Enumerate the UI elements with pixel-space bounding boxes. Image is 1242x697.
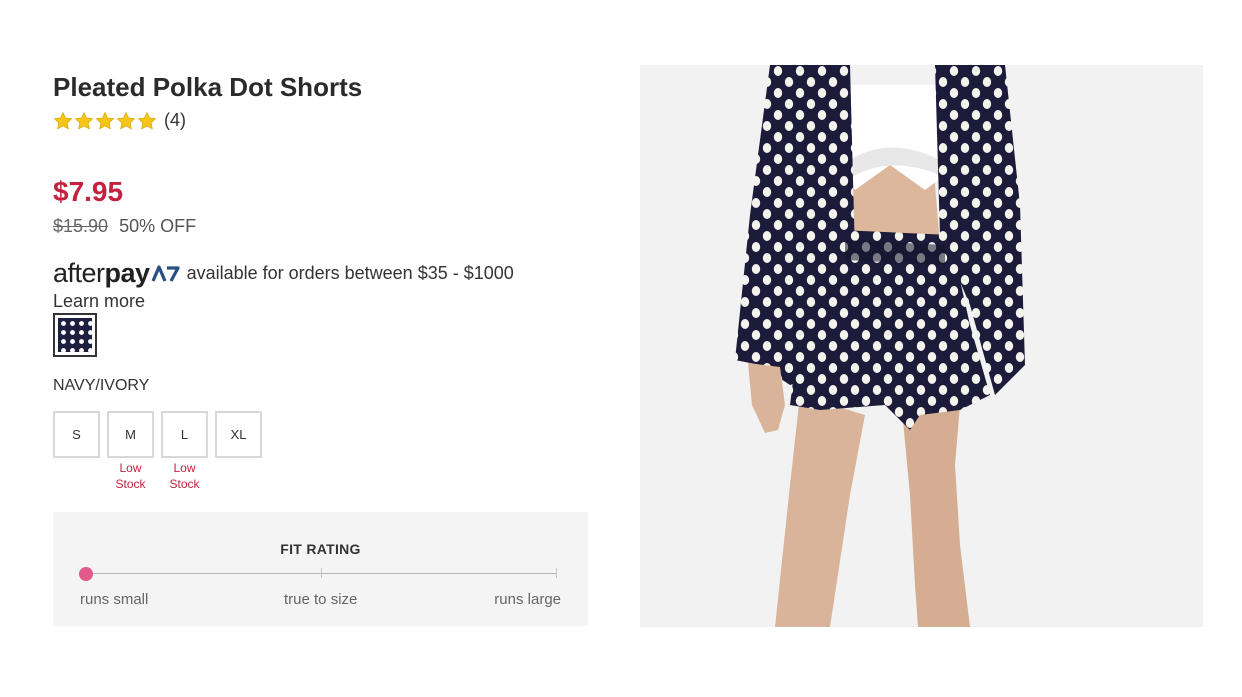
fit-tick — [321, 568, 322, 578]
star-icon — [137, 111, 157, 129]
fit-tick — [556, 568, 557, 578]
product-title: Pleated Polka Dot Shorts — [53, 72, 363, 102]
size-button-s[interactable]: S — [53, 411, 100, 458]
fit-label-true-to-size: true to size — [284, 591, 358, 608]
color-swatch-navy-ivory[interactable] — [53, 313, 97, 357]
selected-color-name: NAVY/IVORY — [53, 377, 150, 394]
low-stock-line: Low — [173, 461, 196, 475]
low-stock-label: Low Stock — [155, 460, 215, 492]
fit-rating-marker[interactable] — [79, 567, 93, 581]
size-option: M Low Stock — [107, 411, 154, 492]
product-photo — [640, 65, 1203, 627]
sale-price: $7.95 — [53, 176, 124, 207]
size-option: S — [53, 411, 100, 492]
product-image[interactable] — [640, 65, 1203, 627]
low-stock-line: Stock — [169, 477, 200, 491]
price-discount-row: $15.90 50% OFF — [53, 216, 196, 237]
fit-label-runs-large: runs large — [494, 591, 561, 608]
original-price: $15.90 — [53, 216, 109, 236]
low-stock-label: Low Stock — [101, 460, 161, 492]
afterpay-logo-icon: after pay — [53, 258, 181, 289]
fit-rating-title: FIT RATING — [280, 541, 361, 557]
fit-rating-panel: FIT RATING runs small true to size runs … — [53, 512, 588, 626]
fit-label-runs-small: runs small — [80, 591, 149, 608]
low-stock-line: Low — [119, 461, 142, 475]
afterpay-row: after pay available for orders between $… — [53, 258, 514, 289]
size-option: XL — [215, 411, 262, 492]
afterpay-logo-text-light: after — [53, 258, 105, 288]
learn-more-link[interactable]: Learn more — [53, 291, 145, 312]
rating-count[interactable]: (4) — [164, 110, 186, 131]
size-option: L Low Stock — [161, 411, 208, 492]
star-icon — [53, 111, 73, 129]
swatch-pattern — [58, 318, 92, 352]
size-button-xl[interactable]: XL — [215, 411, 262, 458]
star-icon — [116, 111, 136, 129]
size-button-m[interactable]: M — [107, 411, 154, 458]
star-icon — [74, 111, 94, 129]
star-icon — [95, 111, 115, 129]
size-selector: S M Low Stock L Low Stock XL — [53, 411, 269, 492]
low-stock-line: Stock — [115, 477, 146, 491]
afterpay-arrows-icon — [151, 264, 180, 282]
afterpay-text: available for orders between $35 - $1000 — [186, 263, 514, 283]
rating[interactable]: (4) — [53, 110, 186, 131]
afterpay-logo-text-bold: pay — [104, 258, 151, 288]
discount-label: 50% OFF — [119, 216, 197, 236]
size-button-l[interactable]: L — [161, 411, 208, 458]
